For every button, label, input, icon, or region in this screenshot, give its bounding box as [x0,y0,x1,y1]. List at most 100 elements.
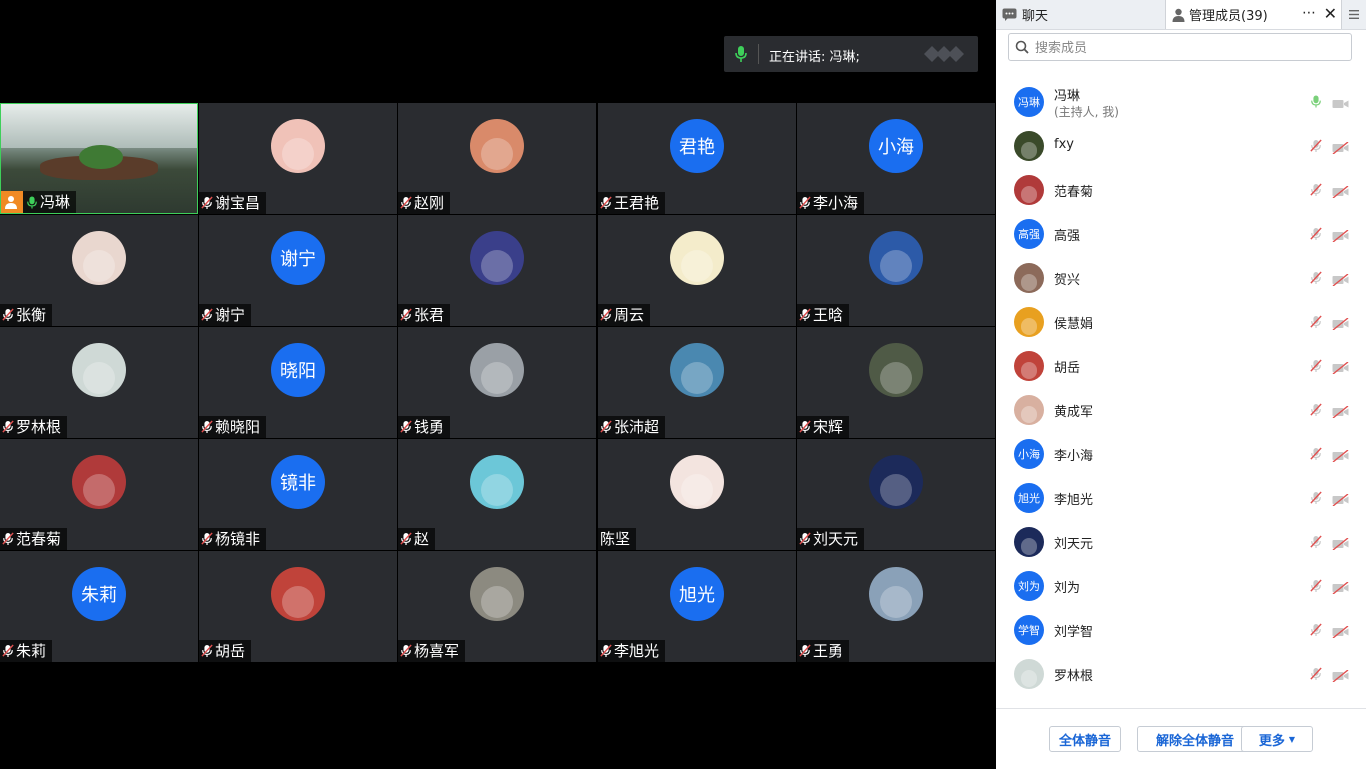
participant-tile[interactable]: 君艳 王君艳 [598,103,796,214]
mic-muted-icon[interactable] [1310,490,1322,509]
participant-avatar: 君艳 [670,119,724,173]
member-row[interactable]: 旭光 李旭光 [996,476,1366,520]
participant-name-bar: 谢宁 [199,304,252,326]
menu-icon[interactable] [1341,0,1366,29]
participant-tile[interactable]: 张衡 [0,215,198,326]
member-row[interactable]: 侯慧娟 [996,300,1366,344]
participant-name-bar: 范春菊 [0,528,68,550]
camera-off-icon[interactable] [1332,183,1349,202]
member-row[interactable]: 胡岳 [996,344,1366,388]
participant-tile[interactable]: 张君 [398,215,596,326]
camera-off-icon[interactable] [1332,535,1349,554]
unmute-all-button[interactable]: 解除全体静音 [1137,726,1253,752]
mic-on-icon[interactable] [1310,94,1322,113]
participant-tile[interactable]: 刘天元 [797,439,995,550]
participant-tile[interactable]: 镜非 杨镜非 [199,439,397,550]
more-options-icon[interactable]: ⋯ [1302,5,1317,21]
mic-muted-icon[interactable] [1310,666,1322,685]
participant-avatar [869,231,923,285]
more-button[interactable]: 更多 ▼ [1241,726,1313,752]
member-row[interactable]: 刘天元 [996,520,1366,564]
tab-chat[interactable]: 聊天 [996,0,1166,29]
mic-muted-icon[interactable] [1310,358,1322,377]
mic-muted-icon[interactable] [1310,270,1322,289]
camera-off-icon[interactable] [1332,667,1349,686]
camera-off-icon[interactable] [1332,359,1349,378]
participant-tile[interactable]: 冯琳 [0,103,198,214]
camera-off-icon[interactable] [1332,579,1349,598]
mic-muted-icon[interactable] [1310,314,1322,333]
mic-muted-icon[interactable] [1310,534,1322,553]
participant-tile[interactable]: 钱勇 [398,327,596,438]
avatar-initials: 旭光 [679,585,715,606]
camera-off-icon[interactable] [1332,491,1349,510]
participant-name: 赵刚 [414,194,445,212]
participant-tile[interactable]: 晓阳 赖晓阳 [199,327,397,438]
participant-name-bar: 李旭光 [598,640,666,662]
member-row[interactable]: 学智 刘学智 [996,608,1366,652]
participant-avatar [72,455,126,509]
participant-name-bar: 周云 [598,304,651,326]
mic-muted-icon[interactable] [1310,622,1322,641]
participant-name-bar: 张衡 [0,304,53,326]
member-row[interactable]: 冯琳 冯琳 (主持人, 我) [996,80,1366,124]
member-row[interactable]: fxy [996,124,1366,168]
participant-tile[interactable]: 范春菊 [0,439,198,550]
camera-off-icon[interactable] [1332,271,1349,290]
member-name: 李小海 [1054,449,1094,464]
participant-tile[interactable]: 小海 李小海 [797,103,995,214]
camera-off-icon[interactable] [1332,403,1349,422]
participant-name-bar: 胡岳 [199,640,252,662]
panel-footer: 全体静音 解除全体静音 更多 ▼ [996,708,1366,769]
participant-tile[interactable]: 谢宝昌 [199,103,397,214]
participant-tile[interactable]: 罗林根 [0,327,198,438]
participant-tile[interactable]: 朱莉 朱莉 [0,551,198,662]
participant-tile[interactable]: 旭光李旭光 [598,551,796,662]
camera-off-icon[interactable] [1332,227,1349,246]
participant-tile[interactable]: 王晗 [797,215,995,326]
participant-avatar [72,343,126,397]
mic-muted-icon[interactable] [1310,402,1322,421]
participant-avatar [271,119,325,173]
participant-name-bar: 钱勇 [398,416,451,438]
camera-off-icon[interactable] [1332,447,1349,466]
mic-muted-icon[interactable] [1310,578,1322,597]
mic-muted-icon[interactable] [1310,226,1322,245]
mic-muted-icon [400,644,414,658]
member-row[interactable]: 罗林根 [996,652,1366,696]
member-name: 胡岳 [1054,361,1081,376]
mic-muted-icon[interactable] [1310,446,1322,465]
member-row[interactable]: 黄成军 [996,388,1366,432]
member-row[interactable]: 范春菊 [996,168,1366,212]
mic-muted-icon[interactable] [1310,138,1322,157]
participant-tile[interactable]: 赵刚 [398,103,596,214]
camera-off-icon[interactable] [1332,139,1349,158]
camera-off-icon[interactable] [1332,623,1349,642]
camera-off-icon[interactable] [1332,315,1349,334]
mic-on-icon [734,45,748,67]
participant-tile[interactable]: 谢宁 谢宁 [199,215,397,326]
mic-muted-icon [799,420,813,434]
search-input[interactable] [1033,37,1337,59]
mic-muted-icon [400,532,414,546]
camera-icon[interactable] [1332,95,1349,114]
mute-all-button[interactable]: 全体静音 [1049,726,1121,752]
participant-tile[interactable]: 陈坚 [598,439,796,550]
participant-tile[interactable]: 胡岳 [199,551,397,662]
participant-tile[interactable]: 张沛超 [598,327,796,438]
participant-tile[interactable]: 杨喜军 [398,551,596,662]
participant-tile[interactable]: 周云 [598,215,796,326]
panel-tabs: 聊天 管理成员(39) ⋯ ✕ [996,0,1366,30]
member-row[interactable]: 小海 李小海 [996,432,1366,476]
member-row[interactable]: 高强 高强 [996,212,1366,256]
participant-tile[interactable]: 赵 [398,439,596,550]
participant-avatar [869,455,923,509]
participant-tile[interactable]: 王勇 [797,551,995,662]
close-icon[interactable]: ✕ [1324,4,1337,23]
tab-members[interactable]: 管理成员(39) ⋯ ✕ [1166,0,1341,29]
participant-tile[interactable]: 宋辉 [797,327,995,438]
mic-muted-icon[interactable] [1310,182,1322,201]
mic-on-icon [26,195,40,210]
member-row[interactable]: 刘为 刘为 [996,564,1366,608]
member-row[interactable]: 贺兴 [996,256,1366,300]
